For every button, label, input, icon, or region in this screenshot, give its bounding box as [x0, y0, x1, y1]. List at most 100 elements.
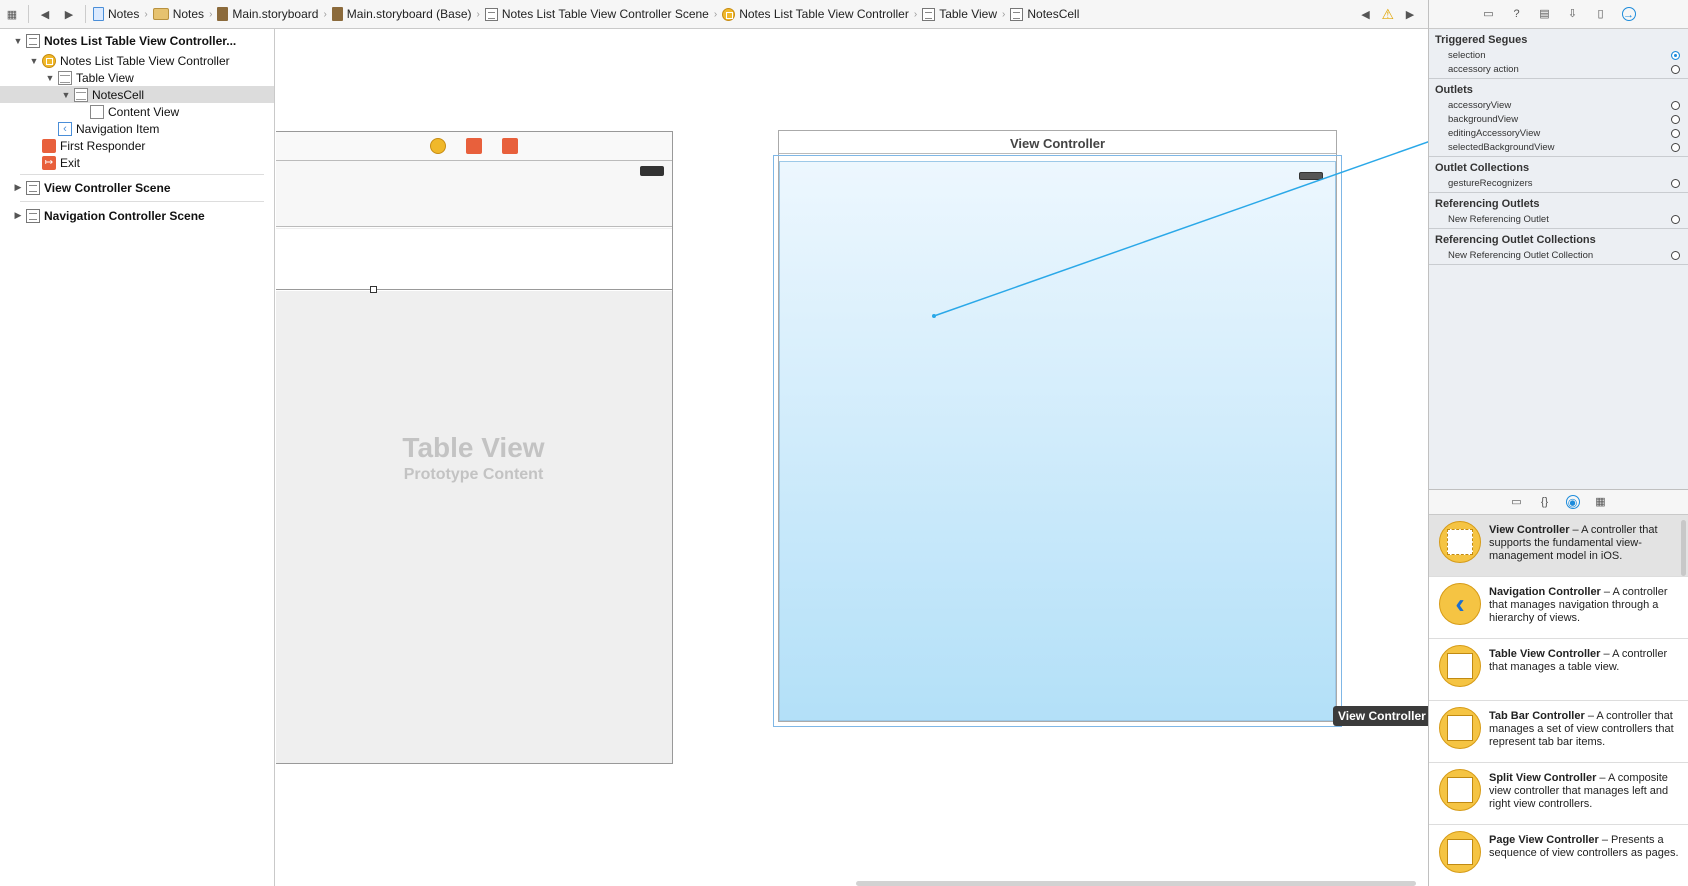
disclosure-right-icon[interactable]: ▶ [12, 210, 24, 221]
back-arrow-icon[interactable]: ◀ [33, 2, 57, 26]
library-item-split-view-controller[interactable]: Split View Controller – A composite view… [1429, 763, 1688, 825]
breadcrumb-cell[interactable]: NotesCell [1007, 7, 1082, 21]
view-controller-view[interactable] [779, 161, 1336, 721]
table-view-controller-scene[interactable]: Table View Prototype Content [276, 131, 673, 764]
disclosure-down-icon[interactable]: ▼ [60, 90, 72, 100]
connection-row[interactable]: gestureRecognizers [1429, 176, 1688, 190]
attributes-inspector-icon[interactable]: ⇩ [1566, 7, 1580, 21]
previous-issue-icon[interactable]: ◀ [1353, 2, 1377, 26]
library-item-tab-bar-controller[interactable]: Tab Bar Controller – A controller that m… [1429, 701, 1688, 763]
view-controller-icon [722, 7, 736, 21]
tab-bar-controller-icon [1439, 707, 1481, 749]
drag-tooltip: View Controller [1333, 706, 1428, 726]
library-item-table-view-controller[interactable]: Table View Controller – A controller tha… [1429, 639, 1688, 701]
storyboard-canvas[interactable]: Table View Prototype Content View Contro… [276, 29, 1428, 886]
view-controller-drop-target[interactable] [773, 155, 1342, 727]
code-snippet-library-icon[interactable]: {} [1538, 495, 1552, 509]
next-issue-icon[interactable]: ▶ [1398, 2, 1422, 26]
table-view-icon [922, 7, 936, 21]
connection-circle-icon[interactable] [1671, 51, 1680, 60]
outline-content-view[interactable]: Content View [0, 103, 274, 120]
connection-row[interactable]: accessoryView [1429, 98, 1688, 112]
breadcrumb-table-view[interactable]: Table View [919, 7, 1000, 21]
breadcrumb-folder[interactable]: Notes [150, 7, 207, 21]
connection-row[interactable]: selectedBackgroundView [1429, 140, 1688, 154]
breadcrumb-scene[interactable]: Notes List Table View Controller Scene [482, 7, 712, 21]
outline-navigation-item[interactable]: ‹ Navigation Item [0, 120, 274, 137]
connection-row[interactable]: selection [1429, 48, 1688, 62]
connection-circle-icon[interactable] [1671, 179, 1680, 188]
connection-circle-icon[interactable] [1671, 129, 1680, 138]
connection-row[interactable]: editingAccessoryView [1429, 126, 1688, 140]
outline-controller[interactable]: ▼ Notes List Table View Controller [0, 52, 274, 69]
connections-inspector-icon[interactable]: → [1621, 7, 1636, 21]
warning-icon[interactable]: ⚠ [1381, 6, 1394, 23]
view-controller-icon[interactable] [429, 138, 446, 154]
outline-first-responder[interactable]: First Responder [0, 137, 274, 154]
outline-scene-notes-list[interactable]: ▼ Notes List Table View Controller... [0, 32, 274, 49]
table-view-placeholder-subtitle: Prototype Content [403, 466, 544, 483]
size-inspector-icon[interactable]: ▯ [1594, 7, 1608, 21]
triggered-segues-section: Triggered Segues selection accessory act… [1429, 29, 1688, 79]
status-bar [276, 161, 672, 179]
connection-circle-icon[interactable] [1671, 215, 1680, 224]
project-file-icon [93, 7, 104, 21]
related-items-icon[interactable]: ▦ [0, 2, 24, 26]
breadcrumb-project[interactable]: Notes [90, 7, 142, 21]
battery-icon [640, 166, 664, 176]
outline-exit[interactable]: ↦ Exit [0, 154, 274, 171]
library-tabs: ▭ {} ◉ ▦ [1429, 489, 1688, 515]
disclosure-down-icon[interactable]: ▼ [28, 56, 40, 66]
divider [20, 174, 264, 175]
file-inspector-icon[interactable]: ▭ [1482, 7, 1496, 21]
view-controller-scene[interactable]: View Controller [773, 130, 1342, 727]
exit-icon[interactable] [501, 138, 518, 154]
table-view-icon [58, 70, 72, 85]
object-library-list: View Controller – A controller that supp… [1429, 515, 1688, 886]
quick-help-icon[interactable]: ? [1510, 7, 1524, 21]
table-cell-icon [1010, 7, 1024, 21]
disclosure-down-icon[interactable]: ▼ [12, 36, 24, 46]
outline-view-controller-scene[interactable]: ▶ View Controller Scene [0, 179, 274, 196]
forward-arrow-icon[interactable]: ▶ [57, 2, 81, 26]
connection-circle-icon[interactable] [1671, 101, 1680, 110]
connection-row[interactable]: New Referencing Outlet [1429, 212, 1688, 226]
connection-circle-icon[interactable] [1671, 251, 1680, 260]
chevron-right-icon: › [713, 8, 718, 20]
disclosure-down-icon[interactable]: ▼ [44, 73, 56, 83]
table-view-placeholder-title: Table View [402, 432, 545, 463]
referencing-outlet-collections-section: Referencing Outlet Collections New Refer… [1429, 229, 1688, 265]
resize-handle[interactable] [370, 286, 377, 293]
library-item-page-view-controller[interactable]: Page View Controller – Presents a sequen… [1429, 825, 1688, 886]
jump-bar: ▦ ◀ ▶ Notes › Notes › Main.storyboard › … [0, 0, 1428, 29]
table-view[interactable] [276, 291, 672, 763]
breadcrumb-storyboard-base[interactable]: Main.storyboard (Base) [329, 7, 475, 21]
outline-navigation-controller-scene[interactable]: ▶ Navigation Controller Scene [0, 207, 274, 224]
connection-circle-icon[interactable] [1671, 65, 1680, 74]
breadcrumb: Notes › Notes › Main.storyboard › Main.s… [90, 7, 1353, 21]
horizontal-scrollbar[interactable] [856, 881, 1416, 886]
navigation-item-icon: ‹ [58, 121, 72, 136]
connection-row[interactable]: New Referencing Outlet Collection [1429, 248, 1688, 262]
connection-circle-icon[interactable] [1671, 115, 1680, 124]
breadcrumb-controller[interactable]: Notes List Table View Controller [719, 7, 912, 21]
chevron-right-icon: › [1002, 8, 1006, 20]
outline-notes-cell[interactable]: ▼ NotesCell [0, 86, 274, 103]
breadcrumb-storyboard[interactable]: Main.storyboard [214, 7, 321, 21]
media-library-icon[interactable]: ▦ [1594, 495, 1608, 509]
disclosure-right-icon[interactable]: ▶ [12, 182, 24, 193]
view-controller-icon [42, 53, 56, 68]
file-template-library-icon[interactable]: ▭ [1510, 495, 1524, 509]
identity-inspector-icon[interactable]: ▤ [1538, 7, 1552, 21]
utilities-area: ▭ ? ▤ ⇩ ▯ → Triggered Segues selection a… [1428, 0, 1688, 886]
connection-row[interactable]: backgroundView [1429, 112, 1688, 126]
vertical-scrollbar[interactable] [1681, 520, 1686, 576]
first-responder-icon[interactable] [465, 138, 482, 154]
library-item-navigation-controller[interactable]: ‹ Navigation Controller – A controller t… [1429, 577, 1688, 639]
library-item-view-controller[interactable]: View Controller – A controller that supp… [1429, 515, 1688, 577]
connection-row[interactable]: accessory action [1429, 62, 1688, 76]
notes-cell-prototype[interactable] [276, 228, 672, 290]
outline-table-view[interactable]: ▼ Table View [0, 69, 274, 86]
object-library-icon[interactable]: ◉ [1565, 495, 1580, 509]
connection-circle-icon[interactable] [1671, 143, 1680, 152]
